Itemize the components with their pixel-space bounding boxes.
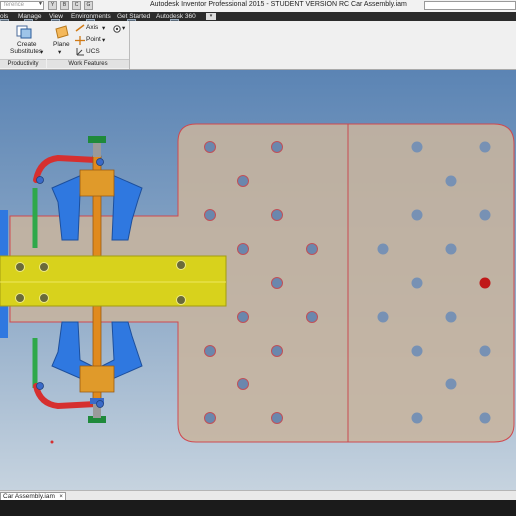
graphics-viewport[interactable] [0, 70, 516, 490]
yellow-axle-bar[interactable] [0, 255, 227, 307]
ribbon-background [130, 21, 516, 69]
ucs-icon[interactable] [75, 47, 85, 56]
chevron-down-icon[interactable]: ▾ [102, 36, 105, 44]
status-bar [0, 500, 516, 516]
selected-hole[interactable] [479, 277, 491, 289]
rc-car-assembly-model[interactable] [0, 70, 516, 490]
orange-bracket-top[interactable] [79, 169, 115, 197]
create-substitutes-label[interactable]: Create [17, 41, 37, 48]
ribbon-panel: Create Substitutes ▾ Plane ▾ Axis ▾ Poin… [0, 21, 130, 69]
create-substitutes-icon[interactable] [16, 25, 32, 39]
axis-icon[interactable] [75, 24, 85, 32]
point-label[interactable]: Point [86, 36, 101, 43]
title-bar: ference ▼ Y B C G Autodesk Inventor Prof… [0, 0, 516, 12]
plane-icon[interactable] [54, 25, 70, 39]
top-pin-cap[interactable] [88, 136, 106, 143]
chevron-down-icon[interactable]: ▾ [102, 24, 105, 32]
window-title: Autodesk Inventor Professional 2015 - ST… [150, 1, 407, 8]
plane-label[interactable]: Plane [53, 41, 70, 48]
ucs-label[interactable]: UCS [86, 48, 100, 55]
visual-style-icon[interactable] [113, 25, 121, 33]
orange-bracket-bottom[interactable] [79, 365, 115, 393]
axis-label[interactable]: Axis [86, 24, 98, 31]
chevron-down-icon[interactable]: ▾ [40, 48, 43, 56]
quick-access-keytip[interactable]: G [84, 1, 93, 10]
search-dropdown-icon[interactable]: ▼ [38, 1, 43, 7]
point-icon[interactable] [75, 36, 85, 45]
origin-point [50, 440, 54, 444]
quick-access-keytip[interactable]: B [60, 1, 69, 10]
panel-productivity: Productivity [0, 59, 46, 68]
chevron-down-icon[interactable]: ▾ [58, 48, 61, 56]
chevron-down-icon[interactable]: ▾ [206, 13, 216, 20]
panel-work-features: Work Features [47, 59, 129, 68]
quick-access-keytip[interactable]: Y [48, 1, 57, 10]
create-substitutes-label[interactable]: Substitutes [10, 48, 42, 55]
chevron-down-icon[interactable]: ▾ [122, 24, 125, 32]
top-pin[interactable] [93, 143, 101, 157]
quick-access-keytip[interactable]: C [72, 1, 81, 10]
document-tab-label[interactable]: Car Assembly.iam [3, 493, 55, 500]
document-tab-bar: Car Assembly.iam × [0, 490, 516, 501]
type-keyword-search[interactable] [424, 1, 516, 10]
ribbon-tab-bar: ols Manage View Environments Get Started… [0, 12, 516, 21]
